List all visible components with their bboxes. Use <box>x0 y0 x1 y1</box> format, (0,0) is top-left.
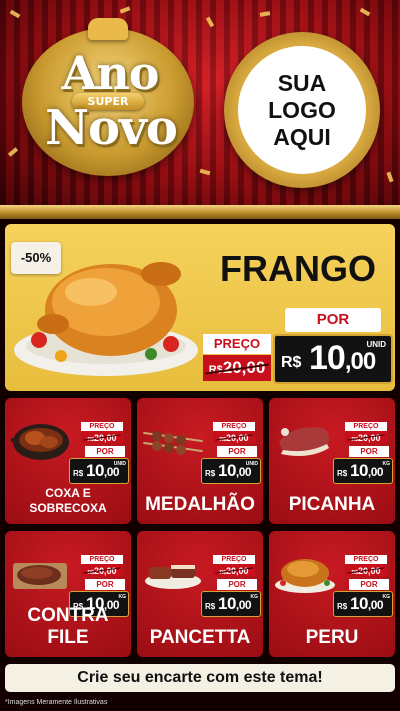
new-price-unit: UNID <box>113 461 126 467</box>
new-price-cents: ,00 <box>103 465 120 479</box>
logo-text-line2: LOGO <box>268 96 336 123</box>
featured-new-price: R$ 10,00 UNID <box>273 334 393 384</box>
logo-placeholder: SUA LOGO AQUI <box>238 46 366 174</box>
logo-text-line1: SUA <box>277 69 327 96</box>
featured-product-name: FRANGO <box>220 248 376 289</box>
new-price-value: 10,00 <box>350 461 384 481</box>
confetti-piece <box>259 11 271 17</box>
preco-label: PREÇO <box>213 422 255 431</box>
discount-badge: -50% <box>11 242 61 274</box>
new-price-currency: R$ <box>337 469 348 478</box>
product-card: PREÇO R$20,00 POR R$ 10,00 UNID MEDALHÃO <box>137 398 263 524</box>
confetti-piece <box>205 16 215 28</box>
product-name: MEDALHÃO <box>145 494 255 515</box>
por-label: POR <box>85 446 125 457</box>
por-label: POR <box>349 579 389 590</box>
meat-skewers-image <box>143 431 203 455</box>
new-price-cents: ,00 <box>344 348 376 375</box>
cta-banner[interactable]: Crie seu encarte com este tema! <box>5 664 395 692</box>
new-price-unit: KG <box>250 594 259 600</box>
new-price-cents: ,00 <box>235 598 252 612</box>
badge-title-bottom: Novo <box>45 100 178 156</box>
new-price-integer: 10 <box>86 461 104 480</box>
por-label: POR <box>85 579 125 590</box>
product-name: PICANHA <box>288 494 376 515</box>
featured-por-label: POR <box>285 308 381 332</box>
new-price-integer: 10 <box>218 594 236 613</box>
preco-label: PREÇO <box>81 422 123 431</box>
new-price: R$ 10,00 KG <box>333 458 393 484</box>
por-label: POR <box>349 446 389 457</box>
disclaimer-text: *Imagens Meramente Ilustrativas <box>5 699 108 706</box>
pancetta-image <box>145 565 201 589</box>
preco-label: PREÇO <box>213 555 255 564</box>
product-card: PREÇO R$20,00 POR R$ 10,00 UNID COXA E S… <box>5 398 131 524</box>
confetti-piece <box>119 6 131 14</box>
product-name: PANCETTA <box>149 627 251 648</box>
ribbon-bow-icon <box>88 18 128 40</box>
product-card: PREÇO R$20,00 POR R$ 10,00 KG CONTRA FIL… <box>5 531 131 657</box>
preco-label: PREÇO <box>81 555 123 564</box>
header-banner: Ano SUPER Novo SUA LOGO AQUI <box>0 0 400 205</box>
product-card: PREÇO R$20,00 POR R$ 10,00 KG PANCETTA <box>137 531 263 657</box>
confetti-piece <box>199 168 211 176</box>
new-price-integer: 10 <box>309 339 346 377</box>
new-price: R$ 10,00 UNID <box>69 458 129 484</box>
new-price: R$ 10,00 KG <box>333 591 393 617</box>
confetti-piece <box>9 9 21 19</box>
new-price-currency: R$ <box>337 602 348 611</box>
new-price-currency: R$ <box>73 469 84 478</box>
product-card: PREÇO R$20,00 POR R$ 10,00 KG PICANHA <box>269 398 395 524</box>
new-price-currency: R$ <box>205 602 216 611</box>
new-price-integer: 10 <box>350 461 368 480</box>
product-name: CONTRA FILE <box>27 605 109 648</box>
gold-divider <box>0 205 400 219</box>
new-price-integer: 10 <box>350 594 368 613</box>
new-price-cents: ,00 <box>367 598 384 612</box>
new-price-unit: KG <box>382 461 391 467</box>
new-price: R$ 10,00 KG <box>201 591 261 617</box>
contra-file-steak-image <box>13 563 67 589</box>
preco-label: PREÇO <box>345 555 387 564</box>
product-name: COXA E SOBRECOXA <box>29 486 107 515</box>
picanha-steak-image <box>279 427 330 456</box>
new-price-value: 10,00 <box>309 339 376 378</box>
new-price-currency: R$ <box>281 354 302 371</box>
logo-text-line3: AQUI <box>273 123 331 150</box>
por-label: POR <box>217 446 257 457</box>
new-price-cents: ,00 <box>235 465 252 479</box>
por-label: POR <box>217 579 257 590</box>
chicken-leg-pan-image <box>11 424 69 460</box>
new-price-unit: UNID <box>366 340 386 349</box>
confetti-piece <box>7 147 19 157</box>
preco-label: PREÇO <box>345 422 387 431</box>
new-price-unit: KG <box>382 594 391 600</box>
new-price-cents: ,00 <box>367 465 384 479</box>
roast-turkey-image <box>275 559 335 593</box>
featured-product-card: -50% FRANGO PREÇO R$20,00 POR R$ 10,00 U… <box>5 224 395 391</box>
new-price-currency: R$ <box>205 469 216 478</box>
badge-title-top: Ano <box>61 46 160 100</box>
confetti-piece <box>386 171 394 183</box>
product-card: PREÇO R$20,00 POR R$ 10,00 KG PERU <box>269 531 395 657</box>
confetti-piece <box>359 7 371 17</box>
featured-preco-label: PREÇO <box>203 334 271 354</box>
new-price-value: 10,00 <box>350 594 384 614</box>
new-price: R$ 10,00 UNID <box>201 458 261 484</box>
new-price-unit: KG <box>118 594 127 600</box>
new-price-value: 10,00 <box>218 594 252 614</box>
new-price-unit: UNID <box>245 461 258 467</box>
new-price-integer: 10 <box>218 461 236 480</box>
product-name: PERU <box>305 627 359 648</box>
